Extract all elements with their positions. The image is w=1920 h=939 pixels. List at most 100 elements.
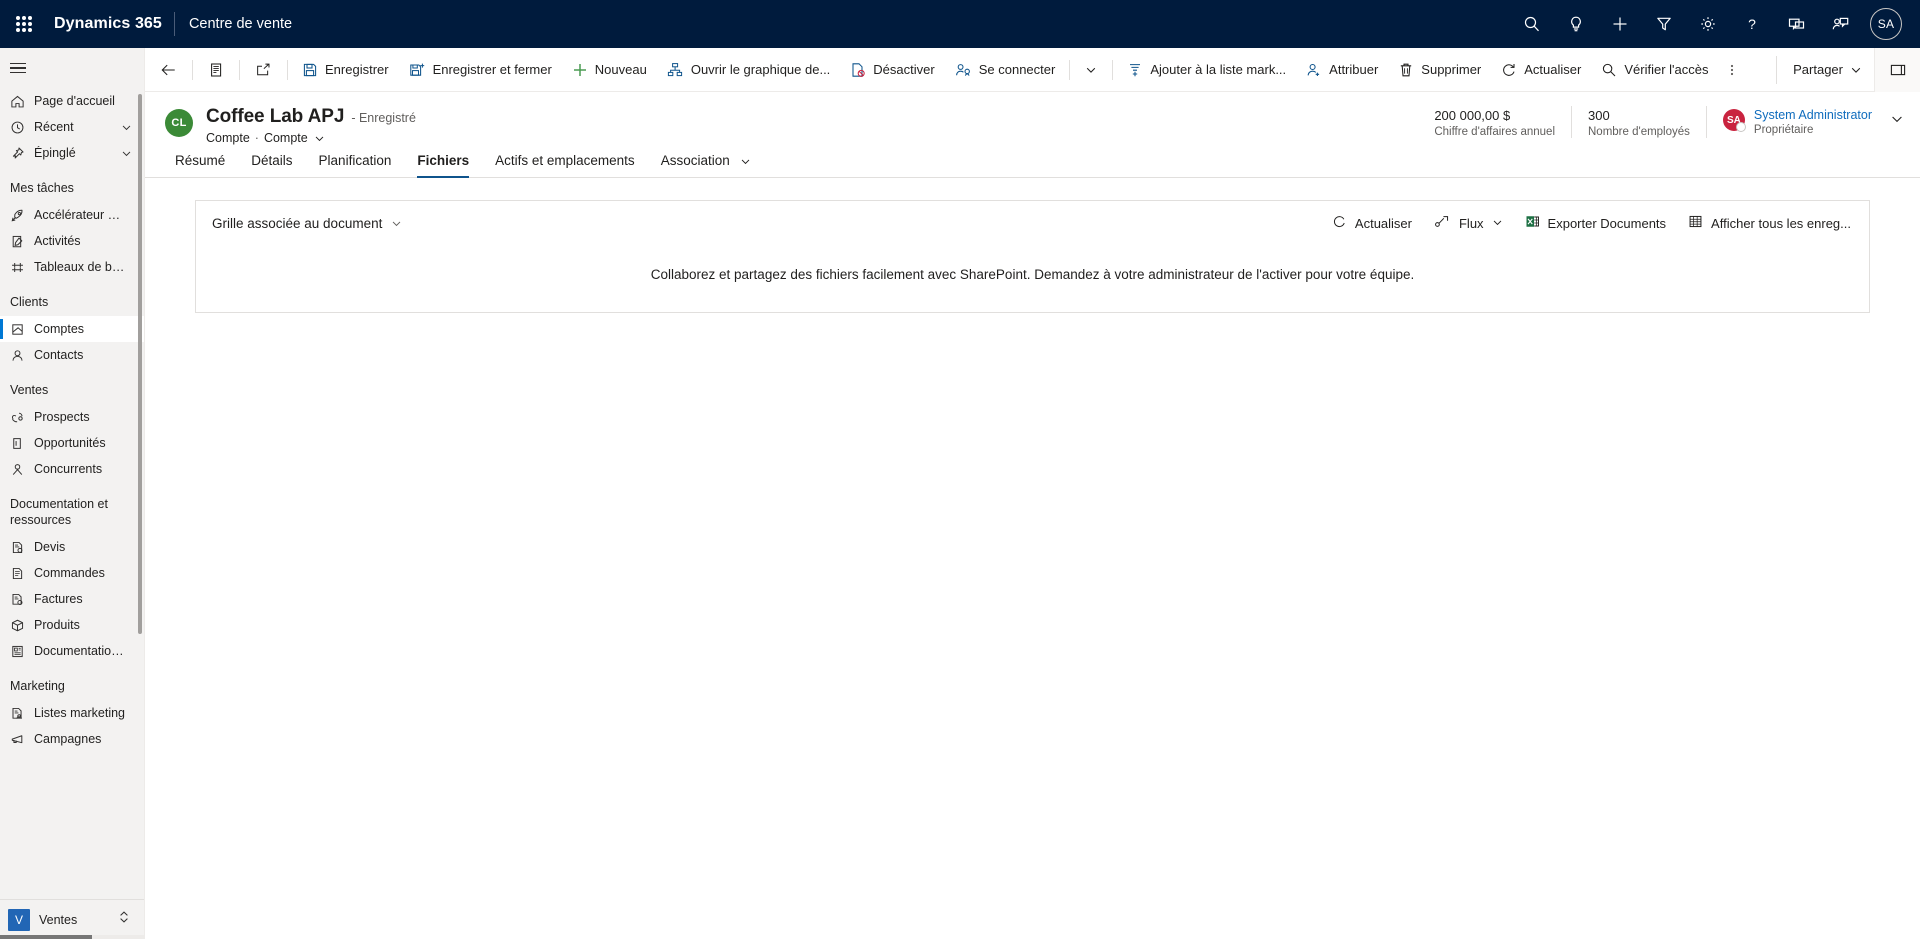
- save-and-close-button[interactable]: Enregistrer et fermer: [400, 52, 561, 88]
- sidebar-item-pinned[interactable]: Épinglé: [0, 140, 144, 166]
- help-icon[interactable]: ?: [1730, 0, 1774, 48]
- sidebar-item-activites[interactable]: Activités: [0, 228, 144, 254]
- more-commands-button[interactable]: [1718, 52, 1746, 88]
- open-org-chart-button[interactable]: Ouvrir le graphique de...: [658, 52, 839, 88]
- record-form-name[interactable]: Compte: [264, 131, 308, 145]
- command-label: Nouveau: [594, 62, 647, 77]
- tab-actifs-et-emplacements[interactable]: Actifs et emplacements: [485, 153, 645, 177]
- save-button[interactable]: Enregistrer: [293, 52, 398, 88]
- sitemap-section-marketing: Marketing Listes marketing Campagnes: [0, 664, 144, 752]
- owner-text: System Administrator Propriétaire: [1745, 108, 1872, 136]
- product-icon: [10, 618, 30, 633]
- chevron-down-icon[interactable]: [308, 133, 325, 144]
- lightbulb-icon[interactable]: [1554, 0, 1598, 48]
- grid-refresh-button[interactable]: Actualiser: [1322, 207, 1422, 239]
- refresh-icon: [1501, 62, 1517, 78]
- sidebar-item-comptes[interactable]: Comptes: [0, 316, 144, 342]
- form-selector-button[interactable]: [198, 52, 234, 88]
- sidebar-item-prospects[interactable]: Prospects: [0, 404, 144, 430]
- avatar[interactable]: SA: [1870, 8, 1902, 40]
- pin-icon: [10, 146, 30, 161]
- hamburger-icon[interactable]: [0, 48, 144, 88]
- order-icon: [10, 566, 30, 581]
- refresh-button[interactable]: Actualiser: [1492, 52, 1590, 88]
- form-tabs: Résumé Détails Planification Fichiers Ac…: [145, 145, 1920, 178]
- deactivate-button[interactable]: Désactiver: [841, 52, 943, 88]
- sidebar-item-tableaux-de-bord[interactable]: Tableaux de bord: [0, 254, 144, 280]
- chevron-down-icon: [1492, 216, 1503, 231]
- arrow-left-icon: [160, 62, 177, 78]
- header-expand-button[interactable]: [1872, 106, 1904, 138]
- sidebar-item-page-daccueil[interactable]: Page d'accueil: [0, 88, 144, 114]
- chevron-down-icon[interactable]: [382, 218, 402, 229]
- tab-resume[interactable]: Résumé: [165, 153, 235, 177]
- sidebar-item-commandes[interactable]: Commandes: [0, 560, 144, 586]
- grid-show-all-records-button[interactable]: Afficher tous les enreg...: [1678, 207, 1861, 239]
- tab-planification[interactable]: Planification: [309, 153, 402, 177]
- chevron-down-icon: [1850, 64, 1862, 76]
- share-button[interactable]: Partager: [1784, 52, 1871, 88]
- owner-role-label: Propriétaire: [1753, 124, 1814, 136]
- sitemap-scrollbar[interactable]: [138, 94, 142, 634]
- add-to-marketing-list-button[interactable]: Ajouter à la liste mark...: [1118, 52, 1295, 88]
- popout-button[interactable]: [245, 52, 282, 88]
- sidebar-item-concurrents[interactable]: Concurrents: [0, 456, 144, 482]
- sidebar-group-title: Ventes: [10, 383, 49, 397]
- chevron-updown-icon[interactable]: [118, 910, 136, 929]
- check-access-button[interactable]: Vérifier l'accès: [1592, 52, 1717, 88]
- sidebar-item-recent[interactable]: Récent: [0, 114, 144, 140]
- sidebar-item-opportunites[interactable]: Opportunités: [0, 430, 144, 456]
- sidebar-item-campagnes[interactable]: Campagnes: [0, 726, 144, 752]
- search-icon[interactable]: [1510, 0, 1554, 48]
- connect-dropdown-button[interactable]: [1075, 52, 1107, 88]
- sidebar-item-factures[interactable]: Factures: [0, 586, 144, 612]
- sitemap-horizontal-scrollbar[interactable]: [0, 935, 145, 939]
- gear-icon[interactable]: [1686, 0, 1730, 48]
- tab-label: Résumé: [175, 153, 226, 168]
- tab-association[interactable]: Association: [651, 153, 761, 177]
- quote-icon: [10, 540, 30, 555]
- feedback-icon[interactable]: [1774, 0, 1818, 48]
- sidebar-item-listes-marketing[interactable]: Listes marketing: [0, 700, 144, 726]
- clock-icon: [10, 120, 30, 135]
- sidebar-item-label: Activités: [34, 234, 81, 248]
- document-grid-panel: Grille associée au document Actualiser F…: [195, 200, 1870, 313]
- connect-icon: [955, 62, 972, 78]
- app-name-label[interactable]: Centre de vente: [175, 0, 306, 48]
- tab-details[interactable]: Détails: [241, 153, 302, 177]
- sidebar-group-title: Marketing: [10, 679, 65, 693]
- add-to-list-icon: [1127, 62, 1143, 78]
- back-button[interactable]: [150, 52, 187, 88]
- owner-name-link[interactable]: System Administrator: [1754, 108, 1872, 122]
- command-label: Ouvrir le graphique de...: [690, 62, 831, 77]
- sidebar-item-accelerateur-des-ventes[interactable]: Accélérateur des v...: [0, 202, 144, 228]
- sidebar-item-produits[interactable]: Produits: [0, 612, 144, 638]
- form-icon: [208, 62, 224, 78]
- filter-icon[interactable]: [1642, 0, 1686, 48]
- user-feedback-icon[interactable]: [1818, 0, 1862, 48]
- new-button[interactable]: Nouveau: [563, 52, 656, 88]
- area-switcher-label: Ventes: [39, 912, 78, 927]
- chevron-down-icon[interactable]: [734, 156, 751, 167]
- collapse-panel-icon[interactable]: [1874, 47, 1920, 92]
- brand-title[interactable]: Dynamics 365: [48, 0, 174, 48]
- save-icon: [302, 62, 318, 78]
- plus-icon: [572, 62, 588, 78]
- waffle-icon[interactable]: [0, 0, 48, 48]
- refresh-icon: [1332, 214, 1347, 232]
- tab-fichiers[interactable]: Fichiers: [407, 153, 479, 178]
- grid-flow-button[interactable]: Flux: [1424, 207, 1513, 239]
- connect-button[interactable]: Se connecter: [946, 52, 1065, 88]
- assign-button[interactable]: Attribuer: [1297, 52, 1387, 88]
- sidebar-item-contacts[interactable]: Contacts: [0, 342, 144, 368]
- delete-button[interactable]: Supprimer: [1389, 52, 1490, 88]
- grid-export-documents-button[interactable]: Exporter Documents: [1515, 207, 1677, 239]
- sidebar-item-documentation-commerciale[interactable]: Documentation c...: [0, 638, 144, 664]
- sharepoint-empty-message: Collaborez et partagez des fichiers faci…: [650, 267, 1415, 282]
- command-divider: [239, 59, 240, 80]
- area-switcher[interactable]: V Ventes: [0, 899, 144, 939]
- plus-icon[interactable]: [1598, 0, 1642, 48]
- salesdoc-icon: [10, 644, 30, 659]
- sidebar-item-devis[interactable]: Devis: [0, 534, 144, 560]
- document-grid-view-selector[interactable]: Grille associée au document: [212, 216, 402, 231]
